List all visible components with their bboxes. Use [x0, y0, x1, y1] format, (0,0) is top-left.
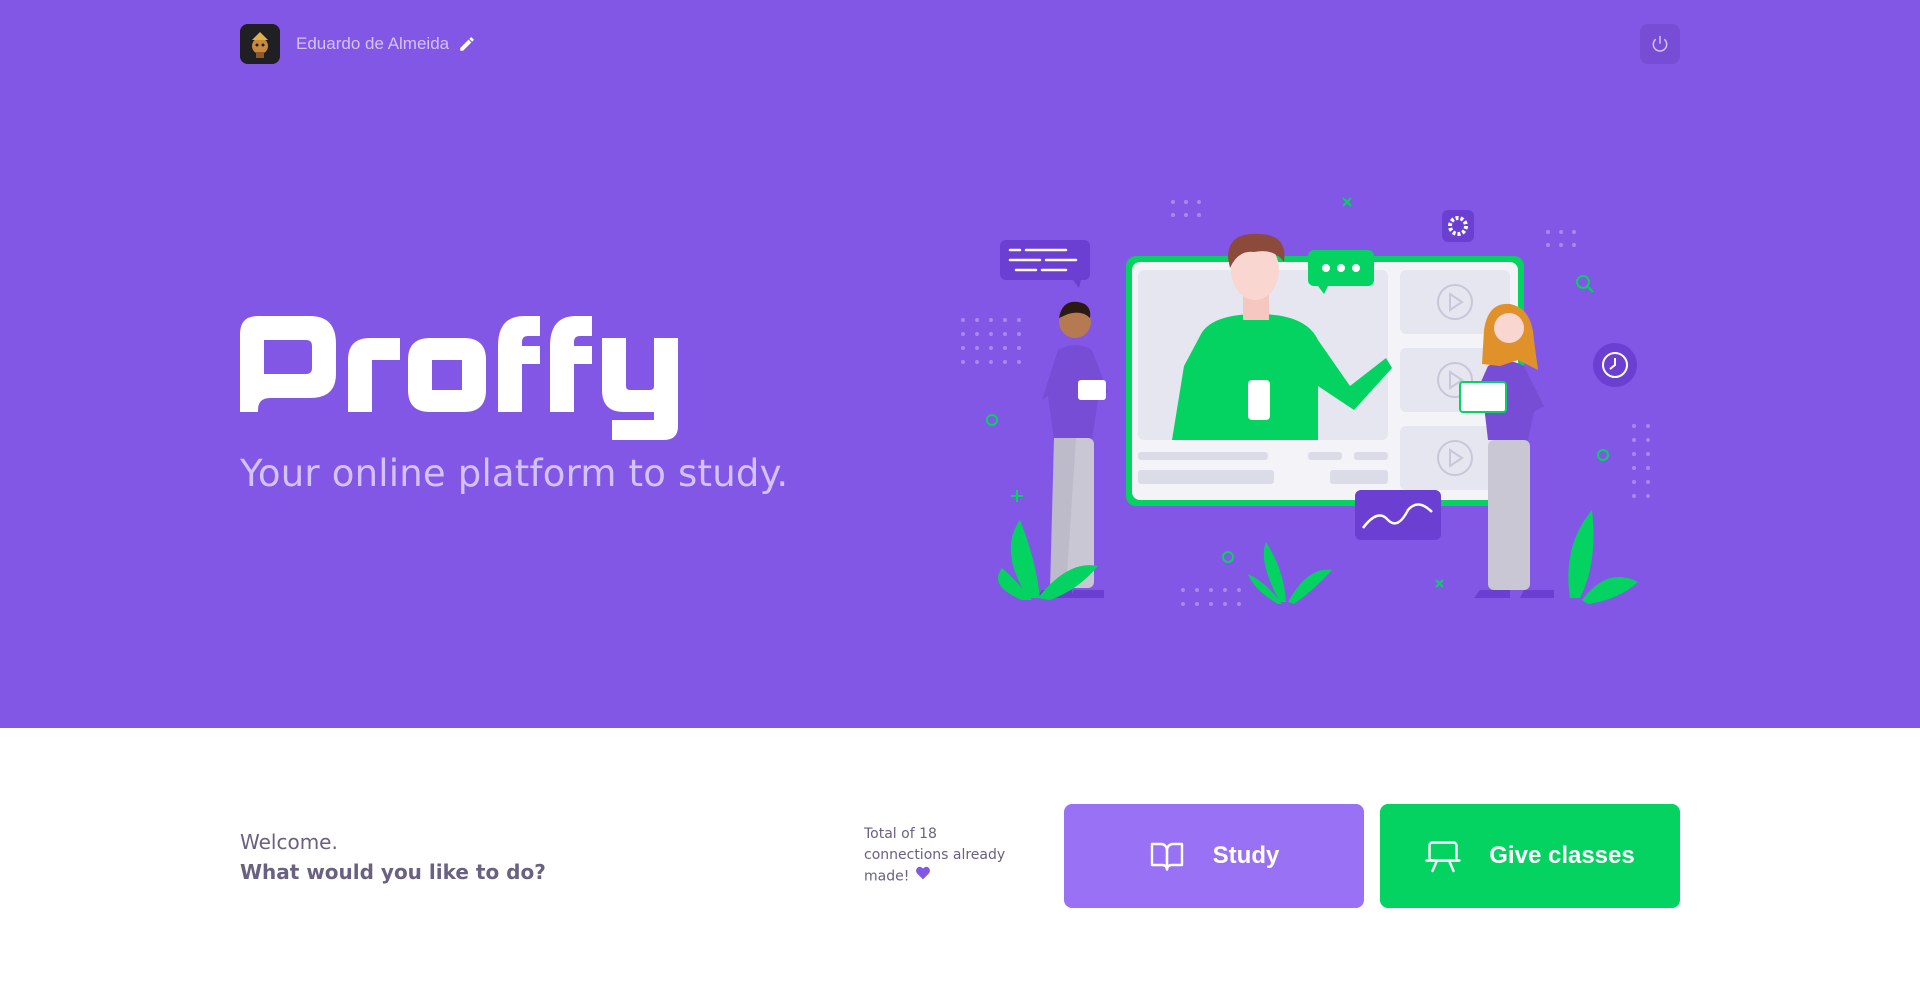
total-connections: Total of 18 connections already made!	[864, 824, 1014, 888]
power-icon	[1652, 35, 1668, 52]
welcome-text: Welcome. What would you like to do?	[240, 828, 546, 888]
tagline: Your online platform to study.	[240, 452, 789, 495]
welcome-greeting: Welcome.	[240, 830, 338, 854]
heart-icon	[915, 866, 931, 887]
connections-text: Total of 18 connections already made!	[864, 826, 1006, 885]
hero-illustration	[958, 190, 1658, 634]
give-classes-button-label: Give classes	[1489, 842, 1635, 869]
pencil-icon[interactable]	[458, 35, 476, 53]
study-button-label: Study	[1212, 842, 1280, 869]
logout-button[interactable]	[1640, 24, 1680, 64]
top-bar: Eduardo de Almeida	[240, 24, 1680, 64]
hero-section: Eduardo de Almeida Your online platform …	[0, 0, 1920, 728]
profile-link[interactable]: Eduardo de Almeida	[240, 24, 476, 64]
proffy-logo	[240, 316, 680, 450]
welcome-question: What would you like to do?	[240, 860, 546, 884]
avatar[interactable]	[240, 24, 280, 64]
study-button[interactable]: Study	[1064, 804, 1364, 908]
presentation-icon	[1425, 838, 1461, 874]
book-icon	[1149, 838, 1185, 874]
give-classes-button[interactable]: Give classes	[1380, 804, 1680, 908]
user-name[interactable]: Eduardo de Almeida	[296, 34, 449, 54]
